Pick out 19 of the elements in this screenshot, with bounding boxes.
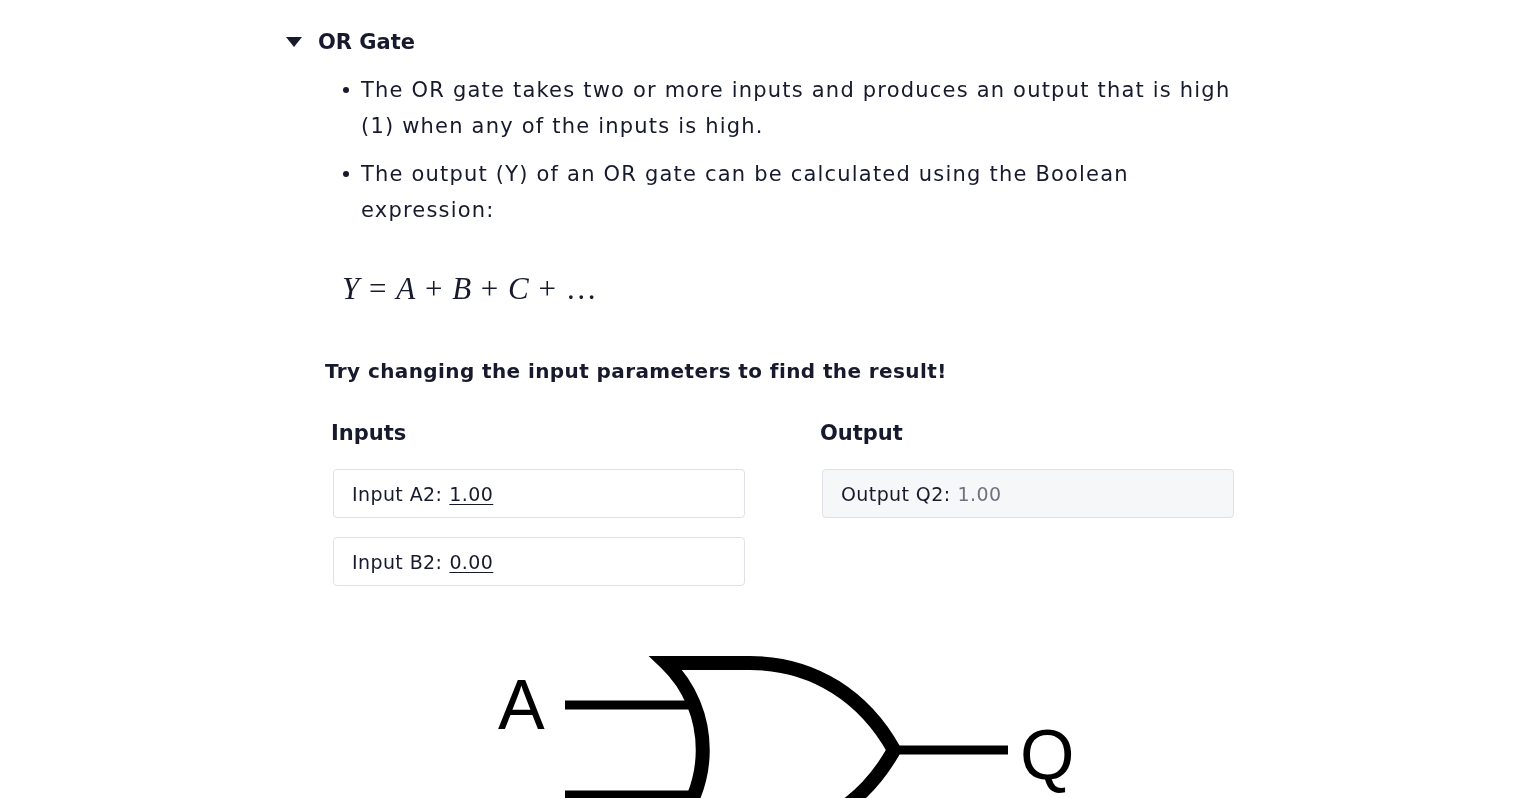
value-link[interactable]: 0.00 (449, 550, 494, 573)
field-label: Input B2: (352, 550, 443, 573)
gate-input-label: A (498, 666, 545, 744)
bullet-icon (343, 87, 349, 93)
field-label: Input A2: (352, 482, 443, 505)
formula: Y = A + B + C + … (341, 270, 597, 308)
bullet-text: The OR gate takes two or more inputs and produces an output that is high (1) when any of the inputs is high. (361, 77, 1232, 140)
input-field[interactable]: Input B2: 0.00 (333, 537, 745, 586)
input-field[interactable]: Input A2: 1.00 (333, 469, 745, 518)
value-link[interactable]: 1.00 (449, 482, 494, 505)
output-value: 1.00 (957, 482, 1002, 505)
section-toggle[interactable]: OR Gate (286, 24, 416, 60)
gate-output-label: Q (1020, 716, 1075, 794)
bullet-text: The output (Y) of an OR gate can be calculated using the Boolean expression: (361, 161, 1130, 224)
bullet-icon (343, 171, 349, 177)
field-label: Output Q2: (841, 482, 951, 505)
column-heading: Inputs (331, 420, 408, 447)
instruction-text: Try changing the input parameters to find the result! (325, 358, 948, 385)
column-heading: Output (820, 420, 904, 447)
